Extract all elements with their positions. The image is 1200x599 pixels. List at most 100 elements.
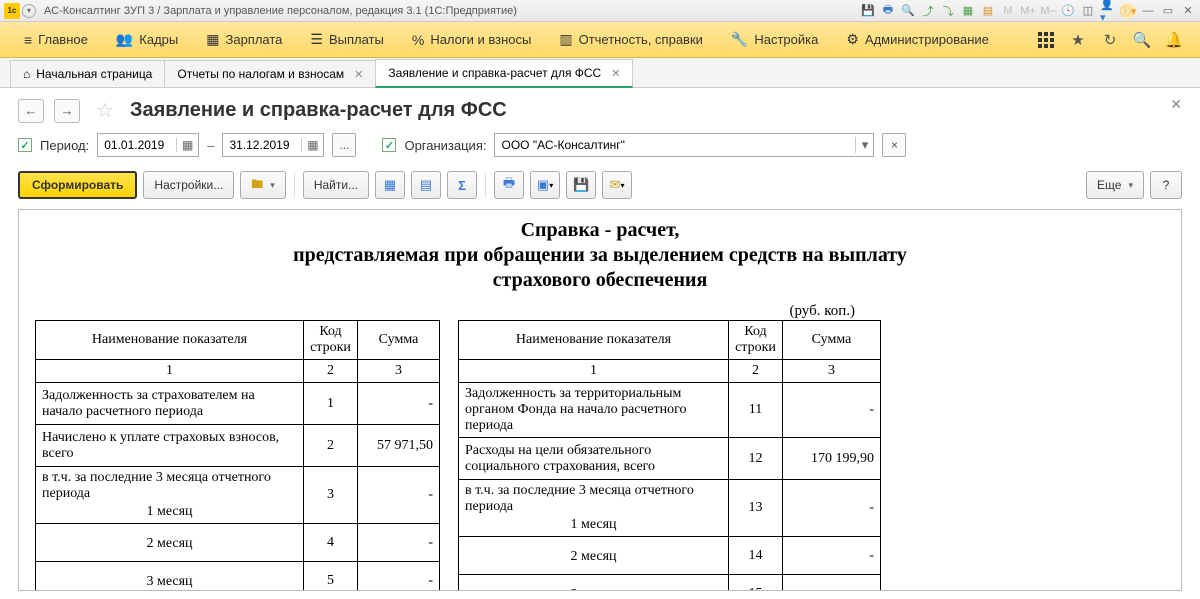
org-dropdown-icon[interactable]: ▾	[855, 137, 873, 153]
org-label: Организация:	[404, 138, 486, 153]
close-icon[interactable]: ✕	[1180, 3, 1196, 19]
info-icon[interactable]: ⓘ▾	[1120, 3, 1136, 19]
currency-note: (руб. коп.)	[35, 303, 865, 320]
menu-salary[interactable]: ▦Зарплата	[192, 22, 296, 57]
table-row: Задолженность за страхователем на начало…	[36, 383, 440, 425]
sum-button[interactable]: Σ	[447, 171, 477, 199]
org-input[interactable]: ▾	[494, 133, 874, 157]
tab-fss[interactable]: Заявление и справка-расчет для ФСС✕	[375, 59, 633, 88]
date-to-field[interactable]	[223, 134, 301, 156]
save-report-button[interactable]: 💾	[566, 171, 596, 199]
left-table: Наименование показателя Код строки Сумма…	[35, 320, 440, 591]
col-code-header: Код строки	[304, 321, 358, 360]
m-plus-icon[interactable]: M+	[1020, 3, 1036, 19]
nav-forward-button[interactable]: →	[54, 99, 80, 123]
app-menu-dropdown[interactable]: ▾	[22, 4, 36, 18]
tab-home[interactable]: ⌂Начальная страница	[10, 60, 165, 87]
search-icon[interactable]: 🔍	[1130, 28, 1154, 52]
tabs-row: ⌂Начальная страница Отчеты по налогам и …	[0, 58, 1200, 88]
tab-close-icon[interactable]: ✕	[611, 67, 620, 80]
panes-icon[interactable]: ◫	[1080, 3, 1096, 19]
home-icon: ⌂	[23, 67, 30, 81]
minimize-icon[interactable]: —	[1140, 3, 1156, 19]
bell-icon[interactable]: 🔔	[1162, 28, 1186, 52]
table-row: 2 месяц4-	[36, 524, 440, 562]
help-button[interactable]: ?	[1150, 171, 1182, 199]
table-row: в т.ч. за последние 3 месяца отчетного п…	[459, 480, 881, 537]
calendar-icon[interactable]: ▤	[980, 3, 996, 19]
list-icon: ☰	[310, 31, 323, 48]
period-label: Период:	[40, 138, 89, 153]
org-field[interactable]	[495, 134, 855, 156]
tab-close-icon[interactable]: ✕	[354, 68, 363, 81]
main-menu: ≡Главное 👥Кадры ▦Зарплата ☰Выплаты %Нало…	[0, 22, 1200, 58]
menu-settings[interactable]: 🔧Настройка	[717, 22, 832, 57]
more-button[interactable]: Еще▾	[1086, 171, 1144, 199]
register-button[interactable]: ▣▾	[530, 171, 560, 199]
period-checkbox[interactable]: ✓	[18, 138, 32, 152]
col-code-header: Код строки	[729, 321, 783, 360]
page-title: Заявление и справка-расчет для ФСС	[130, 99, 507, 122]
col-name-header: Наименование показателя	[459, 321, 729, 360]
calendar-icon[interactable]: ▦	[301, 138, 323, 152]
print-icon[interactable]: 🖶	[880, 3, 896, 19]
date-to-input[interactable]: ▦	[222, 133, 324, 157]
page-close-icon[interactable]: ✕	[1170, 96, 1182, 113]
menu-admin[interactable]: ⚙Администрирование	[832, 22, 1003, 57]
menu-taxes[interactable]: %Налоги и взносы	[398, 22, 546, 57]
clock-icon[interactable]: 🕓	[1060, 3, 1076, 19]
calendar-icon[interactable]: ▦	[176, 138, 198, 152]
folder-icon: 🖿	[251, 175, 263, 196]
title-bar: 1c ▾ АС-Консалтинг ЗУП 3 / Зарплата и уп…	[0, 0, 1200, 22]
menu-icon: ≡	[24, 32, 32, 48]
collapse-button[interactable]: ▤	[411, 171, 441, 199]
email-button[interactable]: ✉▾	[602, 171, 632, 199]
app-logo: 1c	[4, 3, 20, 19]
print-button[interactable]: 🖶	[494, 171, 524, 199]
wrench-icon: 🔧	[731, 31, 748, 48]
save-icon[interactable]: 💾	[860, 3, 876, 19]
download-icon[interactable]: ⤵	[940, 3, 956, 19]
percent-icon: %	[412, 32, 424, 48]
upload-icon[interactable]: ⤴	[920, 3, 936, 19]
table-row: 2 месяц14-	[459, 537, 881, 575]
table-row: 3 месяц15-	[459, 575, 881, 592]
date-from-field[interactable]	[98, 134, 176, 156]
maximize-icon[interactable]: ▭	[1160, 3, 1176, 19]
doc-icon: ▥	[559, 31, 572, 48]
settings-button[interactable]: Настройки...	[143, 171, 234, 199]
history-icon[interactable]: ↻	[1098, 28, 1122, 52]
org-clear-button[interactable]: ×	[882, 133, 906, 157]
toolbar: Сформировать Настройки... 🖿▾ Найти... ▦ …	[0, 161, 1200, 209]
m-icon[interactable]: M	[1000, 3, 1016, 19]
preview-icon[interactable]: 🔍	[900, 3, 916, 19]
table-row: Расходы на цели обязательного социальног…	[459, 438, 881, 480]
menu-personnel[interactable]: 👥Кадры	[102, 22, 192, 57]
tab-tax-reports[interactable]: Отчеты по налогам и взносам✕	[164, 60, 376, 87]
m-minus-icon[interactable]: M–	[1040, 3, 1056, 19]
find-button[interactable]: Найти...	[303, 171, 369, 199]
menu-reports[interactable]: ▥Отчетность, справки	[545, 22, 717, 57]
table-row: в т.ч. за последние 3 месяца отчетного п…	[36, 467, 440, 524]
right-table: Наименование показателя Код строки Сумма…	[458, 320, 881, 591]
table-row: Начислено к уплате страховых взносов, вс…	[36, 425, 440, 467]
variants-button[interactable]: 🖿▾	[240, 171, 286, 199]
apps-icon[interactable]	[1034, 28, 1058, 52]
date-dash: –	[207, 138, 214, 153]
report-title: Справка - расчет, представляемая при обр…	[35, 218, 1165, 293]
org-checkbox[interactable]: ✓	[382, 138, 396, 152]
calc-icon[interactable]: ▦	[960, 3, 976, 19]
expand-button[interactable]: ▦	[375, 171, 405, 199]
menu-payments[interactable]: ☰Выплаты	[296, 22, 397, 57]
user-icon[interactable]: 👤▾	[1100, 3, 1116, 19]
star-icon[interactable]: ★	[1066, 28, 1090, 52]
table-row: Задолженность за территориальным органом…	[459, 383, 881, 438]
favorite-icon[interactable]: ☆	[96, 98, 114, 123]
report-area[interactable]: Справка - расчет, представляемая при обр…	[18, 209, 1182, 591]
menu-main[interactable]: ≡Главное	[10, 22, 102, 57]
period-select-button[interactable]: ...	[332, 133, 356, 157]
nav-back-button[interactable]: ←	[18, 99, 44, 123]
date-from-input[interactable]: ▦	[97, 133, 199, 157]
params-row: ✓ Период: ▦ – ▦ ... ✓ Организация: ▾ ×	[0, 129, 1200, 161]
form-button[interactable]: Сформировать	[18, 171, 137, 199]
